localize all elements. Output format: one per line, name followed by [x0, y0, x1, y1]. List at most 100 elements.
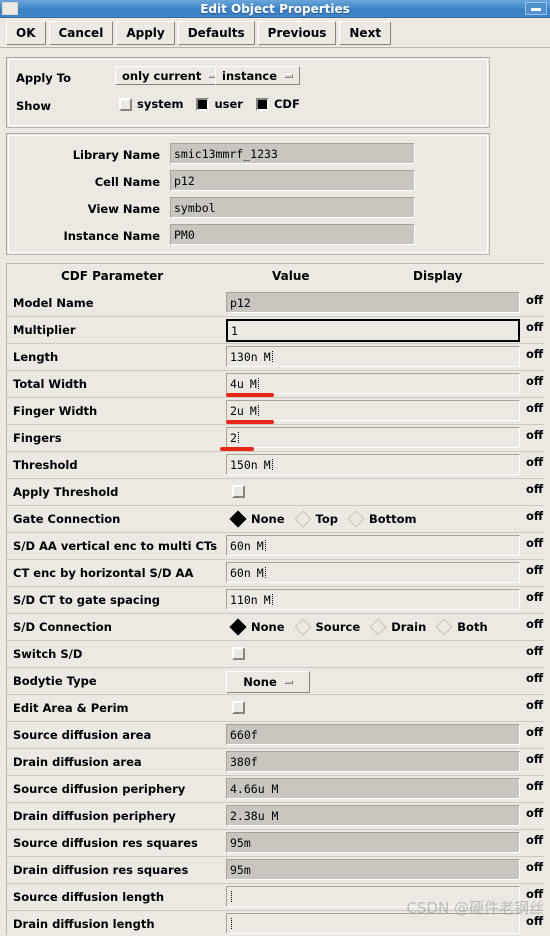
display-dropdown[interactable]: off: [526, 482, 544, 496]
parameter-value-cell: 60n M: [226, 562, 520, 583]
identity-field-1[interactable]: p12: [170, 170, 415, 191]
value-input[interactable]: 380f: [226, 751, 520, 772]
value-input[interactable]: 2.38u M: [226, 805, 520, 826]
text-cursor: [237, 432, 239, 443]
display-dropdown[interactable]: off: [526, 563, 544, 577]
show-option-user[interactable]: user: [196, 97, 243, 111]
radio-icon[interactable]: [369, 618, 387, 635]
radio-icon[interactable]: [347, 510, 365, 527]
radio-label[interactable]: Both: [457, 620, 487, 634]
defaults-button[interactable]: Defaults: [177, 21, 255, 45]
identity-field-value: p12: [174, 173, 195, 188]
checkbox-icon[interactable]: [119, 97, 132, 111]
value-input[interactable]: 2: [226, 427, 520, 448]
cancel-button[interactable]: Cancel: [48, 21, 114, 45]
display-dropdown[interactable]: off: [526, 698, 544, 712]
identity-field-0[interactable]: smic13mmrf_1233: [170, 143, 415, 164]
display-dropdown[interactable]: off: [526, 671, 544, 685]
radio-label[interactable]: None: [251, 512, 285, 526]
value-input[interactable]: 1: [226, 319, 520, 342]
display-dropdown[interactable]: off: [526, 536, 544, 550]
display-dropdown[interactable]: off: [526, 293, 544, 307]
display-value: off: [526, 455, 544, 469]
radio-icon[interactable]: [294, 510, 312, 527]
display-value: off: [526, 752, 544, 766]
parameter-value-cell: 150n M: [226, 454, 520, 475]
value-input[interactable]: [226, 913, 520, 934]
identity-field-2[interactable]: symbol: [170, 197, 415, 218]
checkbox-icon[interactable]: [255, 97, 269, 111]
display-dropdown[interactable]: off: [526, 455, 544, 469]
identity-field-3[interactable]: PM0: [170, 224, 415, 245]
display-value: off: [526, 320, 544, 334]
value-input[interactable]: 110n M: [226, 589, 520, 610]
display-dropdown[interactable]: off: [526, 617, 544, 631]
checkbox-icon[interactable]: [232, 647, 245, 660]
display-dropdown[interactable]: off: [526, 725, 544, 739]
radio-label[interactable]: Source: [316, 620, 361, 634]
value-input[interactable]: 150n M: [226, 454, 520, 475]
show-option-label: system: [137, 97, 184, 111]
value-input[interactable]: 2u M: [226, 400, 520, 421]
minimize-icon[interactable]: [525, 2, 547, 15]
table-row: S/D CT to gate spacing 110n Moff: [7, 587, 544, 614]
display-dropdown[interactable]: off: [526, 806, 544, 820]
checkbox-icon[interactable]: [196, 97, 210, 111]
value-input[interactable]: 4.66u M: [226, 778, 520, 799]
next-button[interactable]: Next: [339, 21, 392, 45]
radio-label[interactable]: None: [251, 620, 285, 634]
display-dropdown[interactable]: off: [526, 779, 544, 793]
value-input[interactable]: 130n M: [226, 346, 520, 367]
radio-label[interactable]: Bottom: [369, 512, 417, 526]
show-option-system[interactable]: system: [119, 97, 183, 111]
system-menu-icon[interactable]: [2, 2, 18, 15]
display-dropdown[interactable]: off: [526, 833, 544, 847]
previous-button[interactable]: Previous: [257, 21, 337, 45]
apply-to-scope-dropdown[interactable]: only current: [115, 66, 225, 85]
parameter-value-cell: [226, 886, 520, 907]
radio-label[interactable]: Top: [316, 512, 338, 526]
display-dropdown[interactable]: off: [526, 644, 544, 658]
value-text: 1: [231, 323, 238, 338]
apply-button[interactable]: Apply: [116, 21, 175, 45]
value-input[interactable]: 60n M: [226, 562, 520, 583]
apply-to-target-dropdown[interactable]: instance: [215, 66, 301, 85]
display-value: off: [526, 509, 544, 523]
display-dropdown[interactable]: off: [526, 752, 544, 766]
radio-icon[interactable]: [435, 618, 453, 635]
radio-label[interactable]: Drain: [391, 620, 426, 634]
checkbox-icon[interactable]: [232, 485, 245, 498]
show-option-cdf[interactable]: CDF: [255, 97, 300, 111]
bodytie-type-dropdown[interactable]: None: [226, 670, 310, 693]
display-dropdown[interactable]: off: [526, 347, 544, 361]
parameter-name: Model Name: [13, 296, 94, 310]
value-text: 150n: [230, 457, 258, 472]
value-text: 95m: [230, 835, 251, 850]
value-input[interactable]: [226, 886, 520, 907]
display-dropdown[interactable]: off: [526, 860, 544, 874]
ok-button[interactable]: OK: [6, 21, 46, 45]
display-dropdown[interactable]: off: [526, 914, 544, 928]
display-dropdown[interactable]: off: [526, 590, 544, 604]
display-dropdown[interactable]: off: [526, 509, 544, 523]
display-dropdown[interactable]: off: [526, 320, 544, 334]
radio-icon[interactable]: [294, 618, 312, 635]
display-dropdown[interactable]: off: [526, 374, 544, 388]
parameter-name: Multiplier: [13, 323, 76, 337]
value-input[interactable]: 60n M: [226, 535, 520, 556]
display-dropdown[interactable]: off: [526, 428, 544, 442]
display-value: off: [526, 887, 544, 901]
display-dropdown[interactable]: off: [526, 887, 544, 901]
value-text: 4.66u M: [230, 781, 279, 796]
radio-icon[interactable]: [229, 618, 247, 635]
display-value: off: [526, 401, 544, 415]
identity-label-2: View Name: [87, 202, 160, 216]
value-input[interactable]: 660f: [226, 724, 520, 745]
radio-icon[interactable]: [229, 510, 247, 527]
value-input[interactable]: 95m: [226, 832, 520, 853]
checkbox-icon[interactable]: [232, 701, 245, 714]
display-dropdown[interactable]: off: [526, 401, 544, 415]
value-input[interactable]: 95m: [226, 859, 520, 880]
value-input[interactable]: p12: [226, 292, 520, 313]
value-input[interactable]: 4u M: [226, 373, 520, 394]
